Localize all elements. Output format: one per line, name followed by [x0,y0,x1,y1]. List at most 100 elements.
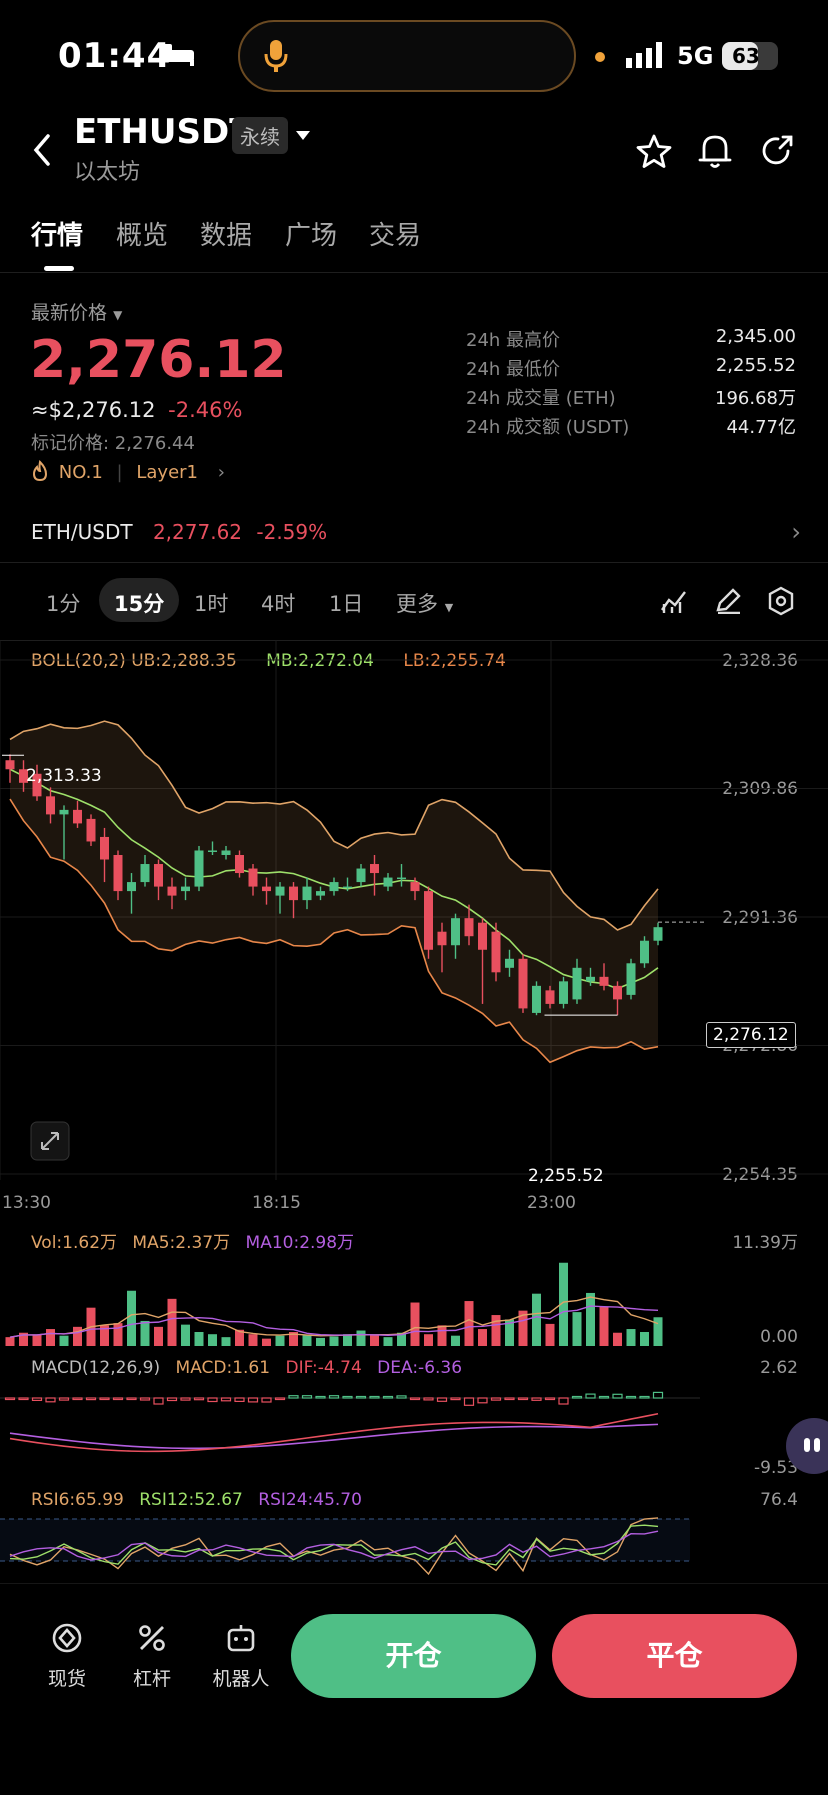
macd-histogram-bar [139,1397,151,1401]
nav-leverage[interactable]: 杠杆 [125,1622,179,1691]
macd-histogram-bar [193,1397,205,1401]
candle-body [437,931,447,946]
volume-bar [586,1292,595,1346]
flame-icon [31,459,49,487]
price-label[interactable]: 最新价格 ▼ [31,298,122,325]
volume-bar [545,1323,555,1346]
volume-bar [410,1302,420,1346]
close-position-button[interactable]: 平仓 [552,1614,797,1698]
candle-body [289,886,298,901]
expand-icon[interactable] [30,1121,70,1165]
open-position-label: 开仓 [385,1639,442,1672]
tab-trade[interactable]: 交易 [369,215,421,252]
candle-body [464,918,474,937]
macd-histogram-bar [234,1397,245,1403]
candle-body [397,877,406,880]
candle-body [140,864,150,883]
price-label-text: 最新价格 [31,302,108,324]
timeframe-4h[interactable]: 4时 [261,588,295,618]
candle-body [613,985,622,1000]
rank-row[interactable]: NO.1 | Layer1 › [31,459,225,487]
timeframe-more[interactable]: 更多 ▼ [396,588,453,618]
time-axis-2: 23:00 [527,1193,576,1213]
bell-icon[interactable] [698,132,732,174]
open-position-button[interactable]: 开仓 [291,1614,536,1698]
volume-bar [356,1330,366,1346]
candle-body [478,922,487,950]
macd-histogram-bar [180,1397,191,1401]
dropdown-caret-icon[interactable] [296,126,310,145]
tab-data[interactable]: 数据 [200,215,252,252]
candle-body [73,809,82,824]
indicator-icon[interactable] [660,588,688,618]
category-tag: Layer1 [136,462,198,483]
candle-body [491,931,501,973]
symbol-title[interactable]: ETHUSDT [74,112,252,152]
settings-hex-icon[interactable] [767,586,795,620]
volume-bar [437,1325,447,1346]
volume-ma10: MA10:2.98万 [245,1233,355,1253]
divider [0,1583,828,1584]
candle-body [532,985,541,1013]
macd-name: MACD(12,26,9) [31,1358,161,1378]
macd-histogram-bar [153,1397,164,1405]
candle-body [559,981,568,1004]
volume-bar [181,1324,190,1346]
timeframe-1d[interactable]: 1日 [329,588,363,618]
stat-high-value: 2,345.00 [715,326,796,347]
macd-histogram-bar [207,1397,218,1403]
low-marker-label: 2,255.52 [528,1166,604,1186]
rank-value: NO.1 [58,462,103,483]
nav-bot[interactable]: 机器人 [205,1622,277,1691]
candle-body [370,864,379,874]
candle-body [505,958,514,968]
change-percent: -2.46% [168,398,243,422]
divider: | [116,462,123,483]
candle-body [154,864,163,887]
volume-legend: Vol:1.62万 MA5:2.37万 MA10:2.98万 [31,1228,354,1253]
share-icon[interactable] [760,134,794,172]
candlestick-chart[interactable] [0,640,828,1180]
draw-pencil-icon[interactable] [714,588,742,618]
battery-indicator: 63 [722,42,778,70]
rsi6: RSI6:65.99 [31,1490,124,1510]
spot-pair-row[interactable]: ETH/USDT 2,277.62 -2.59% › [31,518,801,546]
nav-spot[interactable]: 现货 [40,1622,94,1691]
timeframe-1m[interactable]: 1分 [46,588,80,618]
tab-market[interactable]: 行情 [31,215,83,252]
timeframe-15m[interactable]: 15分 [114,588,164,618]
macd-histogram-bar [612,1393,623,1399]
candle-body [127,882,136,892]
volume-bar [275,1335,285,1346]
candle-body [59,809,69,815]
macd-histogram-bar [247,1397,259,1403]
volume-bar [262,1338,271,1346]
macd-histogram-bar [220,1397,232,1402]
candle-body [424,891,433,950]
mark-price: 标记价格: 2,276.44 [31,433,195,454]
rsi12: RSI12:52.67 [139,1490,243,1510]
rsi24: RSI24:45.70 [258,1490,362,1510]
divider [0,272,828,273]
timeframe-1h[interactable]: 1时 [194,588,228,618]
macd-histogram-bar [126,1397,137,1401]
signal-icon [626,42,666,72]
macd-dea: DEA:-6.36 [377,1358,463,1378]
macd-dif-line [9,1412,659,1453]
volume-bar [208,1334,217,1346]
macd-histogram-bar [301,1395,313,1399]
candle-body [248,868,258,887]
volume-bar [626,1329,636,1346]
candle-body [181,886,190,892]
symbol-subtitle: 以太坊 [74,160,141,185]
tab-overview[interactable]: 概览 [116,215,168,252]
macd-histogram-bar [382,1395,394,1399]
favorite-star-icon[interactable] [636,134,672,172]
back-icon[interactable] [30,132,54,172]
pair-change: -2.59% [256,520,328,544]
candle-body [599,976,609,986]
candle-body [46,796,55,815]
macd-histogram-bar [342,1395,353,1399]
tab-square[interactable]: 广场 [285,215,337,252]
macd-legend: MACD(12,26,9) MACD:1.61 DIF:-4.74 DEA:-6… [31,1358,462,1378]
